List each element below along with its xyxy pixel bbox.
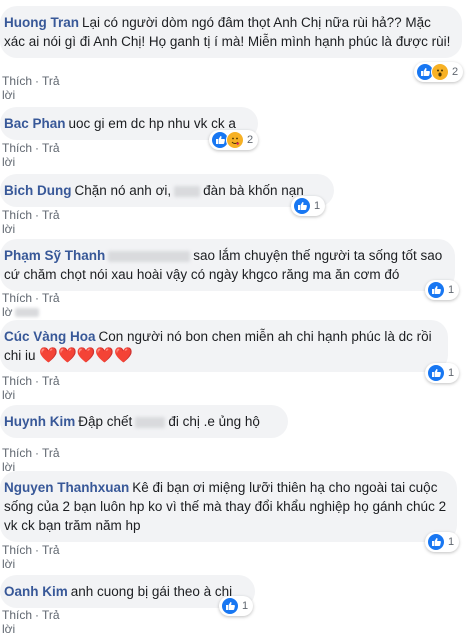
reaction-count: 1 bbox=[242, 600, 249, 612]
redacted-word bbox=[135, 416, 166, 428]
comment-bubble: Cúc Vàng Hoa Con người nó bon chen miễn a… bbox=[0, 320, 448, 372]
comment-author[interactable]: Oanh Kim bbox=[4, 584, 68, 599]
comment-author[interactable]: Cúc Vàng Hoa bbox=[4, 329, 96, 344]
redacted-text bbox=[14, 308, 39, 318]
reaction-count: 2 bbox=[452, 66, 459, 78]
like-icon bbox=[293, 197, 311, 215]
like-link[interactable]: Thích bbox=[2, 446, 32, 460]
comment-author[interactable]: Bich Dung bbox=[4, 183, 72, 198]
like-link[interactable]: Thích bbox=[2, 208, 32, 222]
comment-bubble: Bich Dung Chặn nó anh ơi, đàn bà khốn nạn bbox=[0, 174, 334, 207]
like-link[interactable]: Thích bbox=[2, 608, 32, 622]
comment-actions: Thích · Trả lời bbox=[2, 141, 60, 169]
like-icon bbox=[427, 364, 445, 382]
hearts-emoji: ❤️❤️❤️❤️❤️ bbox=[39, 347, 133, 364]
like-icon bbox=[427, 533, 445, 551]
comment-text: anh cuong bị gái theo à chị bbox=[70, 584, 233, 599]
comment-author[interactable]: Nguyen Thanhxuan bbox=[4, 480, 129, 495]
reaction-count: 1 bbox=[448, 367, 455, 379]
separator: · bbox=[35, 208, 40, 222]
redacted-name bbox=[108, 250, 191, 262]
comment-bubble: Nguyen Thanhxuan Kê đi bạn ơi miệng lưỡi … bbox=[0, 471, 457, 542]
reaction-summary[interactable]: 1 bbox=[219, 596, 254, 616]
separator: · bbox=[35, 141, 40, 155]
comment-text-start: Đập chết bbox=[78, 414, 133, 429]
comment-author[interactable]: Phạm Sỹ Thanh bbox=[4, 248, 105, 263]
comments-list: Huong Tran Lại có người dòm ngó đâm thọt … bbox=[0, 0, 469, 636]
reaction-summary[interactable]: 2 bbox=[209, 130, 259, 150]
comment-bubble: Huynh Kim Đập chết đi chị .e ủng hộ bbox=[0, 405, 288, 438]
like-link[interactable]: Thích bbox=[2, 543, 32, 557]
comment-text: uoc gi em dc hp nhu vk ck a bbox=[68, 116, 236, 131]
reaction-count: 1 bbox=[448, 284, 455, 296]
like-link[interactable]: Thích bbox=[2, 291, 32, 305]
reaction-count: 1 bbox=[448, 536, 455, 548]
comment-actions: Thích · Trả lời bbox=[2, 74, 60, 102]
comment-text-end: đàn bà khốn nạn bbox=[203, 183, 304, 198]
like-icon bbox=[427, 281, 445, 299]
separator: · bbox=[35, 608, 40, 622]
comment-author[interactable]: Huynh Kim bbox=[4, 414, 75, 429]
comment-bubble: Huong Tran Lại có người dòm ngó đâm thọt … bbox=[0, 6, 462, 58]
separator: · bbox=[35, 291, 40, 305]
comment-actions: Thích · Trả lời bbox=[2, 374, 60, 402]
comment-text-end: đi chị .e ủng hộ bbox=[168, 414, 260, 429]
reaction-summary[interactable]: 2 bbox=[414, 62, 464, 82]
reaction-count: 2 bbox=[247, 134, 254, 146]
reaction-count: 1 bbox=[314, 200, 321, 212]
separator: · bbox=[35, 543, 40, 557]
wow-icon bbox=[431, 63, 449, 81]
comment-actions: Thích · Trả lời bbox=[2, 608, 60, 636]
like-icon bbox=[221, 597, 239, 615]
comment-bubble: Oanh Kim anh cuong bị gái theo à chị bbox=[0, 575, 255, 608]
reaction-summary[interactable]: 1 bbox=[425, 363, 460, 383]
like-link[interactable]: Thích bbox=[2, 374, 32, 388]
reaction-summary[interactable]: 1 bbox=[291, 196, 326, 216]
comment-bubble: Phạm Sỹ Thanh sao lắm chuyện thế người ta… bbox=[0, 239, 455, 291]
reaction-summary[interactable]: 1 bbox=[425, 532, 460, 552]
separator: · bbox=[35, 374, 40, 388]
separator: · bbox=[35, 446, 40, 460]
care-icon bbox=[226, 131, 244, 149]
like-link[interactable]: Thích bbox=[2, 74, 32, 88]
comment-author[interactable]: Huong Tran bbox=[4, 15, 79, 30]
reaction-summary[interactable]: 1 bbox=[425, 280, 460, 300]
comment-actions: Thích · Trả lời bbox=[2, 543, 60, 571]
comment-actions: Thích · Trả lời bbox=[2, 208, 60, 236]
redacted-word bbox=[174, 185, 201, 197]
comment-actions: Thích · Trả lời bbox=[2, 446, 60, 474]
separator: · bbox=[35, 74, 40, 88]
comment-actions: Thích · Trả lờ bbox=[2, 291, 60, 319]
like-link[interactable]: Thích bbox=[2, 141, 32, 155]
comment-text-start: Chặn nó anh ơi, bbox=[74, 183, 172, 198]
comment-author[interactable]: Bac Phan bbox=[4, 116, 66, 131]
